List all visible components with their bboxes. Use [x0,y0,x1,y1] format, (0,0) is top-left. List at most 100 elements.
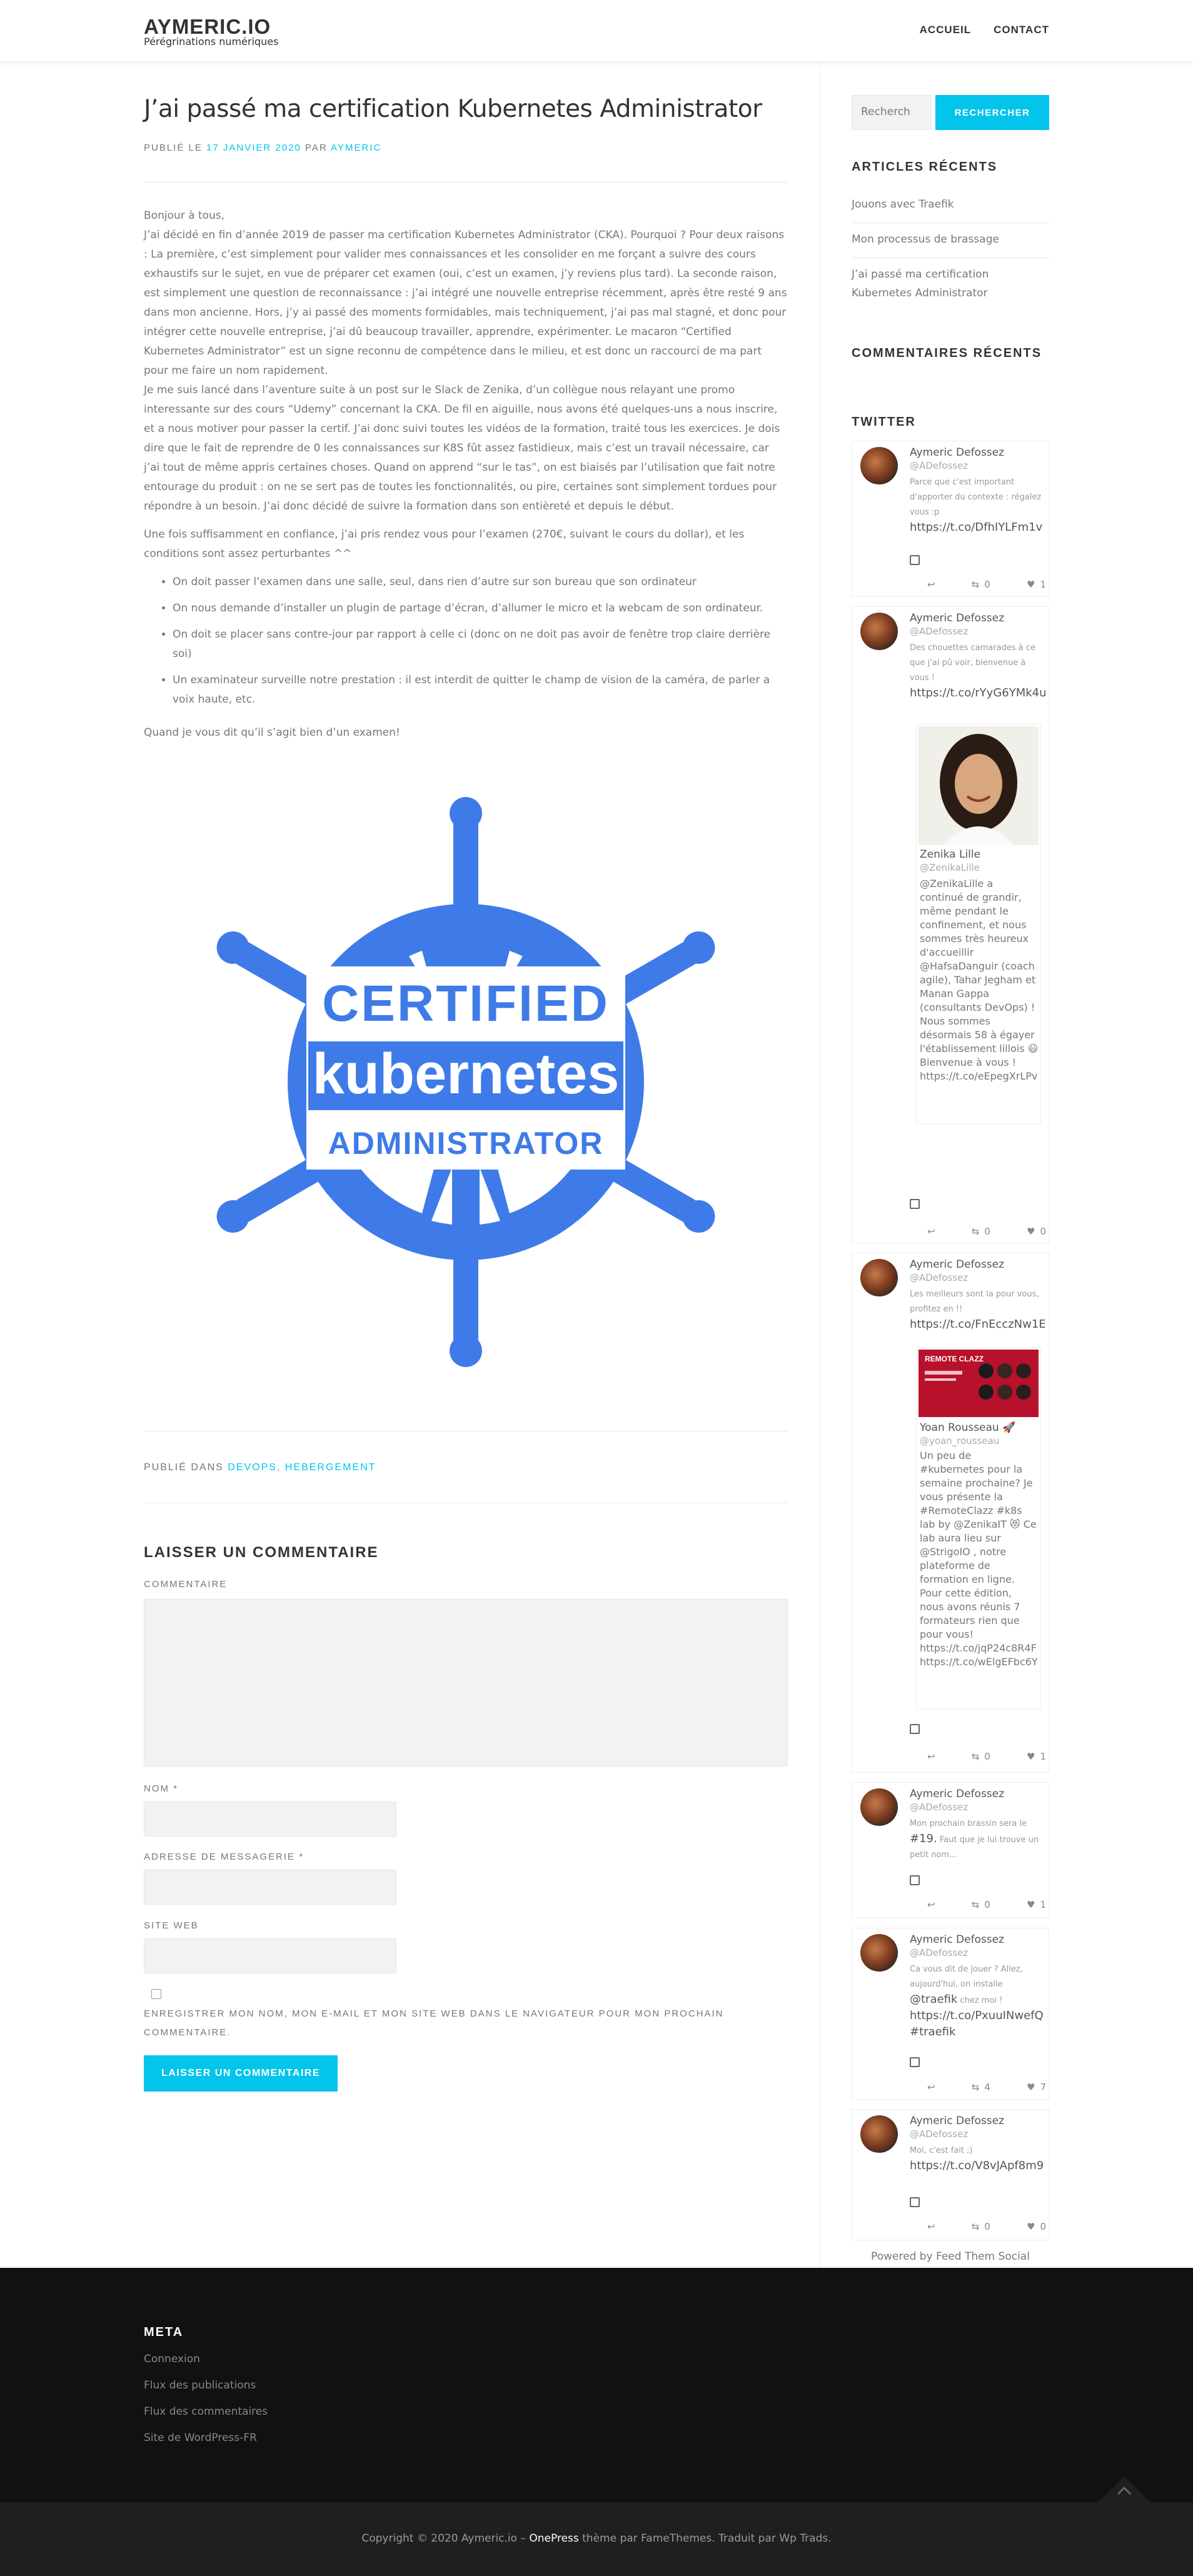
reply-icon[interactable]: ↩ [927,1899,935,1910]
search-input[interactable]: Recherch [852,95,932,130]
avatar[interactable] [860,1934,898,1972]
theme-link[interactable]: OnePress [529,2532,578,2545]
tweet-link[interactable]: #19. [910,1832,937,1845]
tweet-actions: ↩ ⇆ 0 ♥ 0 [927,1226,1046,1237]
avatar[interactable] [860,1259,898,1296]
retweet-button[interactable]: ⇆ 0 [972,579,990,590]
categories-links[interactable]: DEVOPS, HEBERGEMENT [228,1462,376,1473]
post-date-link[interactable]: 17 JANVIER 2020 [206,143,301,153]
tweet-text-body: Parce que c'est important d'apporter du … [910,478,1042,517]
like-button[interactable]: ♥ 7 [1027,2082,1046,2093]
like-button[interactable]: ♥ 1 [1027,579,1046,590]
submit-comment-button[interactable]: LAISSER UN COMMENTAIRE [144,2055,338,2092]
footer-link-wordpress[interactable]: Site de WordPress-FR [144,2432,257,2444]
media-icon[interactable] [910,2197,920,2207]
heart-icon: ♥ [1026,2082,1035,2093]
tweet-author-handle[interactable]: @ADefossez [910,1947,968,1958]
copyright-suffix: thème par FameThemes. Traduit par Wp Tra… [582,2532,832,2545]
tweet-link[interactable]: https://t.co/FnEcczNw1E [910,1318,1046,1331]
cka-badge-image: CERTIFIED kubernetes ADMINISTRATOR [216,797,715,1367]
recent-post-link[interactable]: Mon processus de brassage [852,230,1049,249]
media-icon[interactable] [910,1875,920,1885]
reply-icon[interactable]: ↩ [927,579,935,590]
tweet-link[interactable]: https://t.co/V8vJApf8m9 [910,2159,1044,2172]
paragraph: Une fois suffisamment en confiance, j’ai… [144,528,745,560]
avatar[interactable] [860,447,898,484]
tweet-author-name[interactable]: Aymeric Defossez [910,2115,1004,2127]
nav-item-accueil[interactable]: ACCUEIL [920,24,972,36]
tweet-author-handle[interactable]: @ADefossez [910,626,968,637]
footer-link-comments-feed[interactable]: Flux des commentaires [144,2405,268,2418]
copyright-prefix: Copyright © 2020 Aymeric.io – [361,2532,526,2545]
tweet-author-name[interactable]: Aymeric Defossez [910,1258,1004,1271]
save-info-checkbox[interactable] [151,1989,161,1999]
heart-icon: ♥ [1026,2221,1035,2232]
back-to-top-button[interactable] [1097,2477,1151,2503]
quoted-tweet[interactable]: REMOTE CLAZZ Yoan Rousseau 🚀 @yoan_rouss… [916,1347,1041,1710]
tweet-link[interactable]: @traefik [910,1993,957,2006]
post-title: J’ai passé ma certification Kubernetes A… [144,95,762,123]
retweet-button[interactable]: ⇆ 0 [972,1899,990,1910]
like-button[interactable]: ♥ 0 [1027,2221,1046,2232]
tweet-link[interactable]: https://t.co/DfhIYLFm1v [910,521,1042,534]
name-field[interactable] [144,1802,396,1837]
powered-by-link[interactable]: Powered by Feed Them Social [852,2250,1049,2263]
media-icon[interactable] [910,2057,920,2067]
email-field[interactable] [144,1870,396,1905]
retweet-button[interactable]: ⇆ 0 [972,1226,990,1237]
media-icon[interactable] [910,1724,920,1734]
reply-icon[interactable]: ↩ [927,2082,935,2093]
like-button[interactable]: ♥ 1 [1027,1751,1046,1762]
quoted-tweet[interactable]: Zenika Lille @ZenikaLille @ZenikaLille a… [916,724,1041,1124]
retweet-button[interactable]: ⇆ 0 [972,2221,990,2232]
tweet-author-handle[interactable]: @ADefossez [910,460,968,471]
footer-link-entries-feed[interactable]: Flux des publications [144,2379,256,2392]
retweet-count: 0 [984,1751,990,1762]
tweet-author-handle[interactable]: @ADefossez [910,1272,968,1283]
recent-post-link[interactable]: J’ai passé ma certification Kubernetes A… [852,265,1049,303]
quoted-tweet-photo [919,726,1039,845]
nav-item-contact[interactable]: CONTACT [994,24,1049,36]
retweet-icon: ⇆ [971,2221,980,2232]
comment-textarea[interactable] [144,1599,788,1767]
tweet-author-name[interactable]: Aymeric Defossez [910,446,1004,459]
badge-line-administrator: ADMINISTRATOR [328,1126,604,1161]
tweet-link[interactable]: https://t.co/PxuuINwefQ #traefik [910,2009,1044,2038]
media-icon[interactable] [910,1199,920,1209]
reply-icon[interactable]: ↩ [927,1751,935,1762]
list-item: Un examinateur surveille notre prestatio… [173,671,788,709]
avatar[interactable] [860,613,898,650]
tweet-author-handle[interactable]: @ADefossez [910,1802,968,1813]
tweet-text-body: Moi, c'est fait ;) [910,2146,973,2155]
tweet-text: Des chouettes camarades à ce que j'ai pû… [910,641,1047,702]
like-button[interactable]: ♥ 1 [1027,1899,1046,1910]
like-button[interactable]: ♥ 0 [1027,1226,1046,1237]
retweet-button[interactable]: ⇆ 0 [972,1751,990,1762]
quoted-author-handle: @ZenikaLille [920,862,980,873]
tweet-link[interactable]: https://t.co/rYyG6YMk4u [910,686,1047,699]
tweet-text-body: Mon prochain brassin sera le [910,1819,1027,1828]
tweet-author-name[interactable]: Aymeric Defossez [910,612,1004,624]
like-count: 7 [1040,2082,1046,2093]
media-icon[interactable] [910,555,920,565]
post-author-link[interactable]: AYMERIC [331,143,381,153]
tweet-actions: ↩ ⇆ 0 ♥ 0 [927,2221,1046,2232]
reply-icon[interactable]: ↩ [927,1226,935,1237]
site-footer: META Connexion Flux des publications Flu… [0,2268,1193,2502]
tweet-author-handle[interactable]: @ADefossez [910,2128,968,2140]
reply-icon[interactable]: ↩ [927,2221,935,2232]
avatar[interactable] [860,2115,898,2153]
tweet-text: Parce que c'est important d'apporter du … [910,475,1042,536]
tweet-actions: ↩ ⇆ 0 ♥ 1 [927,1899,1046,1910]
tweet-author-name[interactable]: Aymeric Defossez [910,1933,1004,1946]
tweet-author-name[interactable]: Aymeric Defossez [910,1788,1004,1800]
recent-post-link[interactable]: Jouons avec Traefik [852,195,1049,214]
avatar[interactable] [860,1788,898,1826]
tweet-card: Aymeric Defossez @ADefossez Parce que c'… [852,441,1049,597]
retweet-button[interactable]: ⇆ 4 [972,2082,990,2093]
website-field[interactable] [144,1938,396,1973]
heart-icon: ♥ [1026,579,1035,590]
search-button[interactable]: RECHERCHER [935,95,1049,130]
categories-prefix: PUBLIÉ DANS [144,1462,224,1473]
footer-link-login[interactable]: Connexion [144,2353,200,2365]
